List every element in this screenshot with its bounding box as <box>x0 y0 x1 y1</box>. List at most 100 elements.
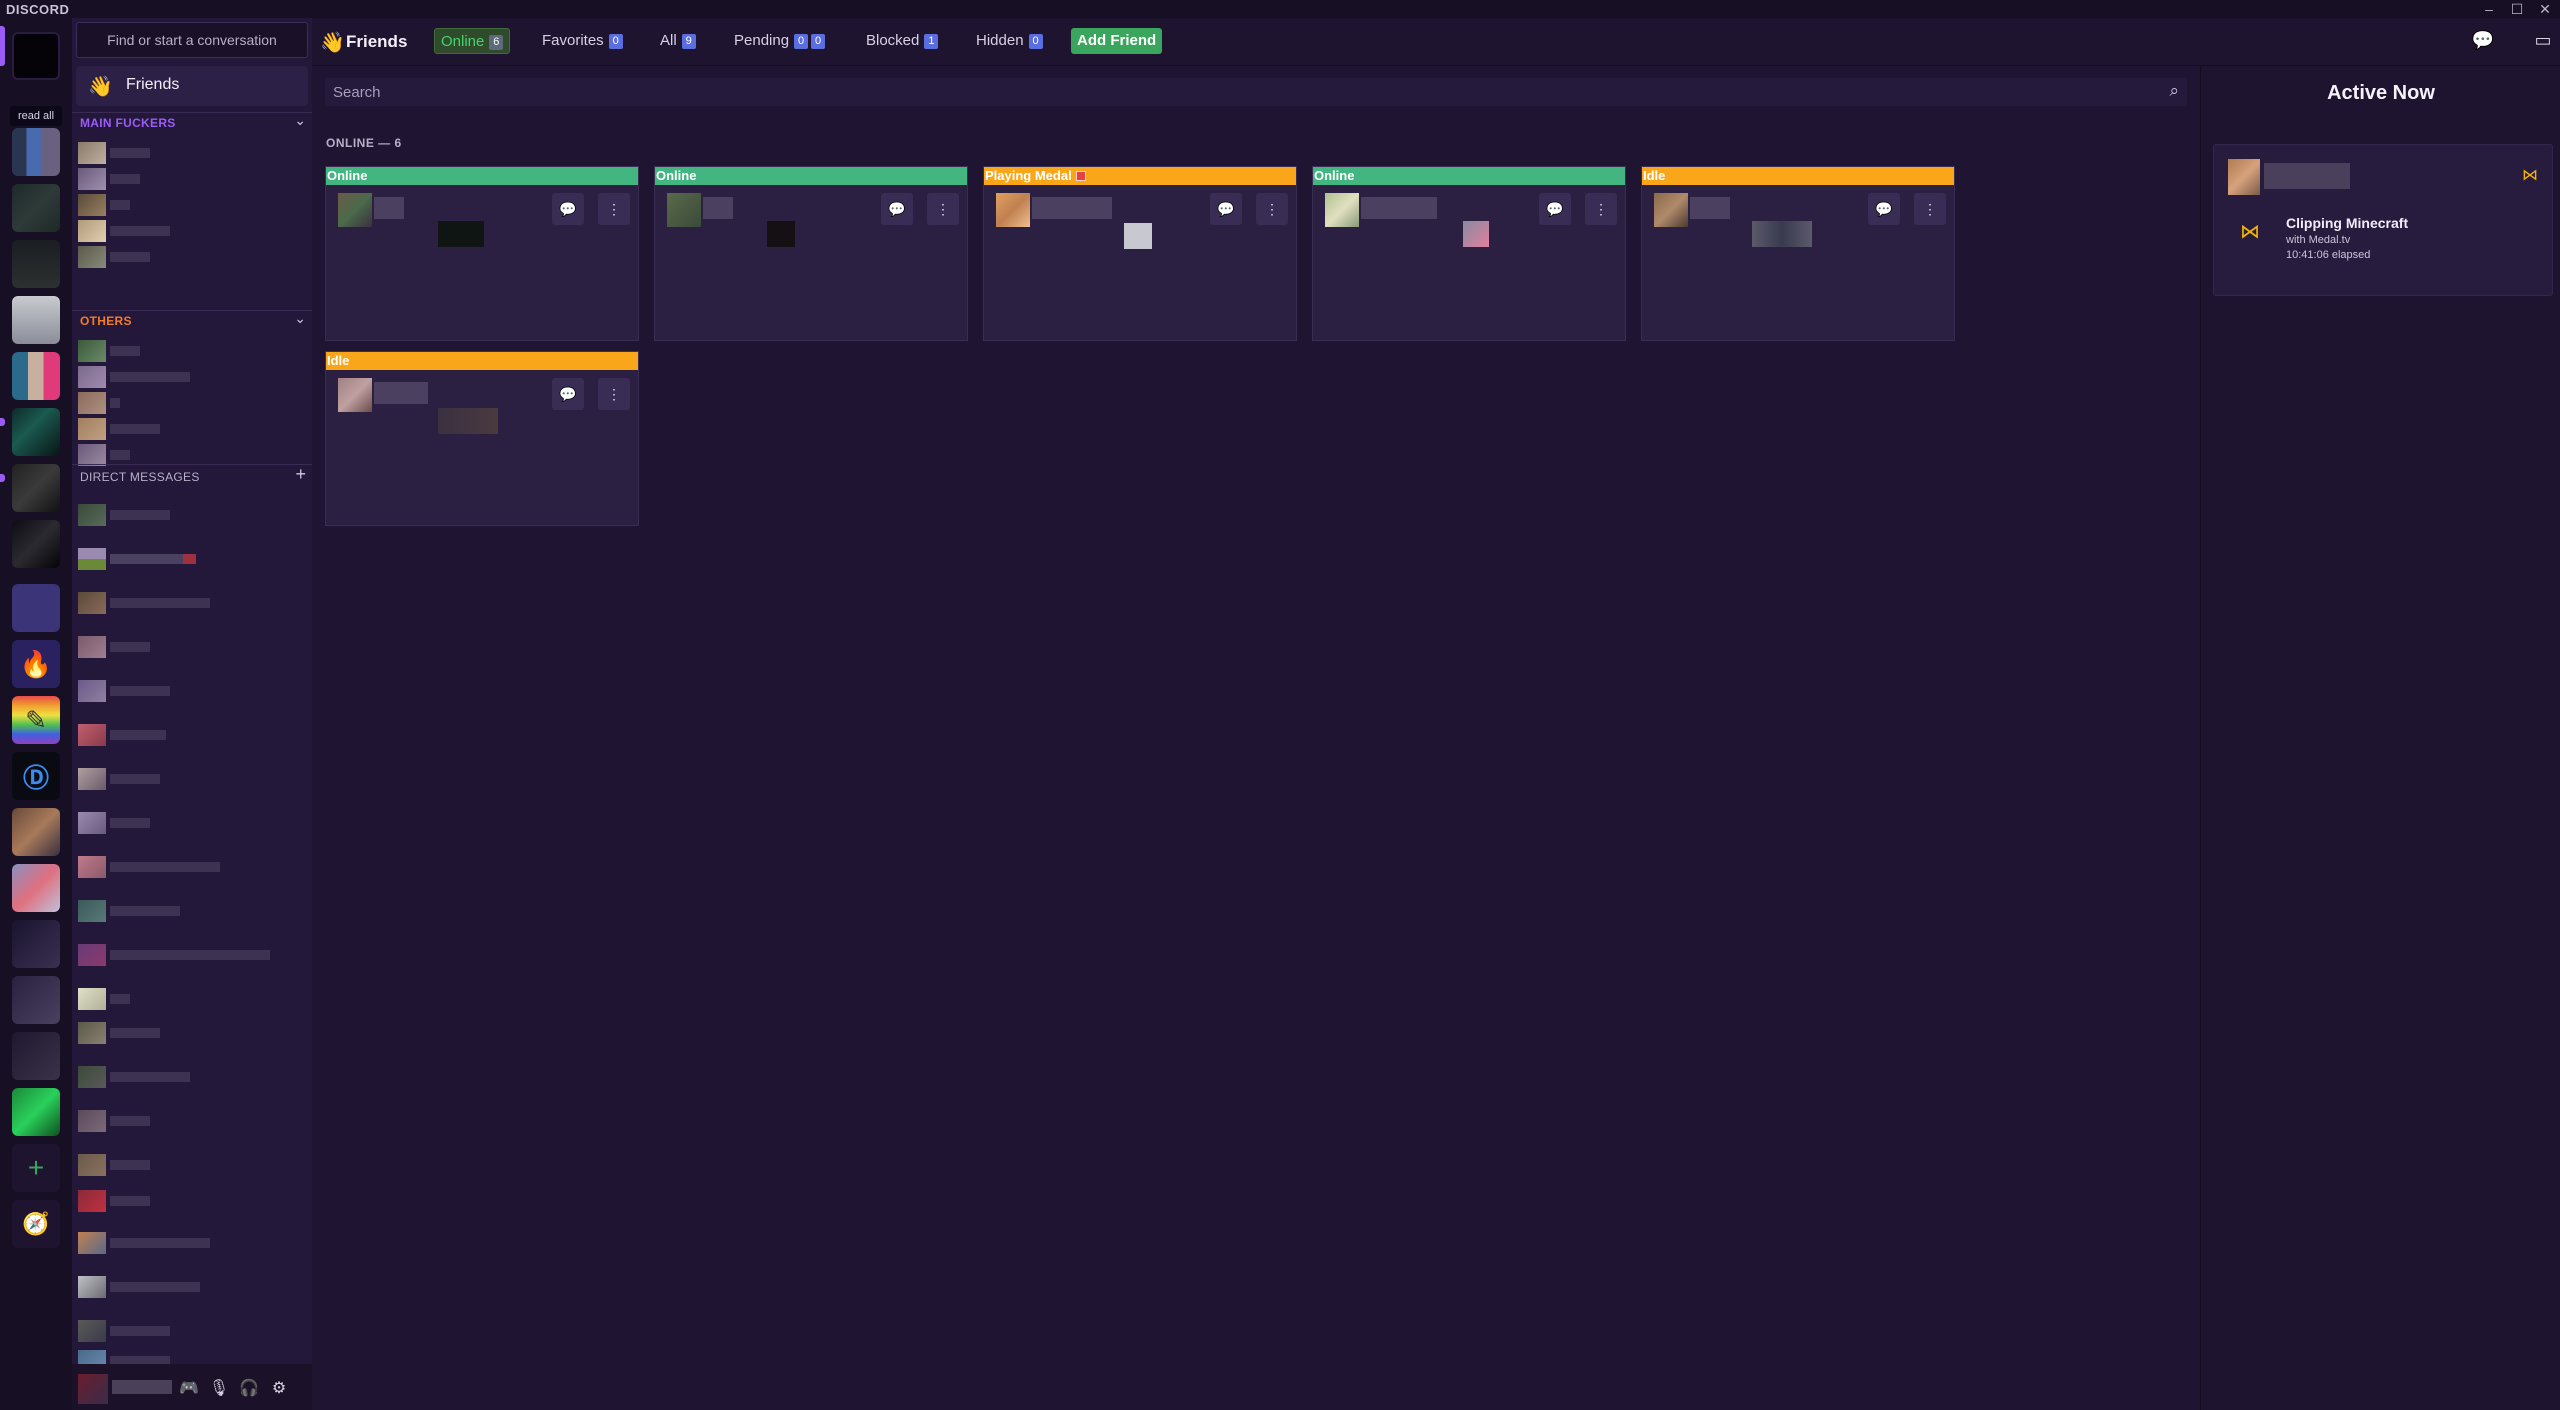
list-item[interactable] <box>78 392 304 414</box>
server-icon[interactable]: Ⓓ <box>12 752 60 800</box>
server-icon[interactable] <box>12 584 60 632</box>
plus-icon[interactable]: + <box>295 464 306 485</box>
server-icon[interactable] <box>12 128 60 176</box>
list-item[interactable] <box>78 418 304 440</box>
chevron-down-icon[interactable]: ⌄ <box>294 112 306 129</box>
more-options-button[interactable]: ⋮ <box>927 193 959 225</box>
dm-item[interactable] <box>78 1276 304 1298</box>
category-others[interactable]: OTHERS ⌄ <box>72 310 312 332</box>
activity-card[interactable]: ⋈ ⋈ Clipping Minecraft with Medal.tv 10:… <box>2213 144 2553 296</box>
list-item[interactable] <box>78 340 304 362</box>
microphone-icon[interactable]: 🎙 <box>208 1378 230 1400</box>
friend-card[interactable]: Idle 💬 ⋮ <box>325 351 639 526</box>
friend-card[interactable]: Playing Medal 💬 ⋮ <box>983 166 1297 341</box>
chevron-down-icon[interactable]: ⌄ <box>294 310 306 327</box>
server-icon[interactable] <box>12 520 60 568</box>
explore-compass-icon[interactable]: 🧭 <box>12 1200 60 1248</box>
message-button[interactable]: 💬 <box>1539 193 1571 225</box>
dm-item[interactable] <box>78 504 304 526</box>
friend-card[interactable]: Online 💬 ⋮ <box>654 166 968 341</box>
dm-item[interactable] <box>78 900 304 922</box>
add-friend-button[interactable]: Add Friend <box>1071 28 1163 54</box>
server-icon[interactable] <box>12 976 60 1024</box>
server-icon[interactable] <box>12 464 60 512</box>
gamepad-icon[interactable]: 🎮 <box>178 1378 200 1400</box>
read-all-button[interactable]: read all <box>10 106 62 126</box>
dm-item[interactable] <box>78 944 304 966</box>
list-item[interactable] <box>78 220 304 242</box>
dm-item[interactable] <box>78 1066 304 1088</box>
home-button[interactable] <box>12 32 60 80</box>
dm-item[interactable] <box>78 680 304 702</box>
friend-card[interactable]: Idle 💬 ⋮ <box>1641 166 1955 341</box>
dm-item[interactable] <box>78 768 304 790</box>
user-avatar[interactable] <box>78 1374 108 1404</box>
dm-item[interactable] <box>78 592 304 614</box>
new-group-dm-icon[interactable]: 💬 <box>2470 30 2496 54</box>
dm-item[interactable] <box>78 812 304 834</box>
friends-search-input[interactable]: Search ⌕ <box>325 78 2187 106</box>
list-item[interactable] <box>78 142 304 164</box>
status-bar: Idle <box>326 352 638 370</box>
more-options-button[interactable]: ⋮ <box>1256 193 1288 225</box>
avatar <box>78 340 106 362</box>
list-item[interactable] <box>78 168 304 190</box>
more-options-button[interactable]: ⋮ <box>1585 193 1617 225</box>
message-button[interactable]: 💬 <box>1210 193 1242 225</box>
message-button[interactable]: 💬 <box>1868 193 1900 225</box>
message-button[interactable]: 💬 <box>552 193 584 225</box>
more-options-button[interactable]: ⋮ <box>598 193 630 225</box>
dm-item[interactable] <box>78 724 304 746</box>
flame-icon[interactable]: 🔥 <box>12 640 60 688</box>
server-icon[interactable] <box>12 920 60 968</box>
list-item[interactable] <box>78 444 304 466</box>
more-options-button[interactable]: ⋮ <box>598 378 630 410</box>
close-button[interactable]: ✕ <box>2532 0 2558 18</box>
friends-nav-item[interactable]: 👋 Friends <box>76 66 308 106</box>
dm-item[interactable] <box>78 1232 304 1254</box>
list-item[interactable] <box>78 194 304 216</box>
dm-item[interactable] <box>78 1320 304 1342</box>
inbox-icon[interactable]: ▭ <box>2530 30 2556 54</box>
friend-card[interactable]: Online 💬 ⋮ <box>1312 166 1626 341</box>
dm-item[interactable] <box>78 988 304 1010</box>
tab-all[interactable]: All 9 <box>654 28 702 54</box>
settings-gear-icon[interactable]: ⚙ <box>268 1378 290 1400</box>
tab-favorites[interactable]: Favorites 0 <box>536 28 629 54</box>
friend-card[interactable]: Online 💬 ⋮ <box>325 166 639 341</box>
server-icon[interactable] <box>12 1088 60 1136</box>
dm-item[interactable] <box>78 636 304 658</box>
server-icon[interactable] <box>12 184 60 232</box>
dm-item[interactable] <box>78 1154 304 1176</box>
dm-item[interactable] <box>78 1190 304 1212</box>
list-item[interactable] <box>78 246 304 268</box>
more-options-button[interactable]: ⋮ <box>1914 193 1946 225</box>
tab-blocked[interactable]: Blocked 1 <box>860 28 944 54</box>
headphones-icon[interactable]: 🎧 <box>238 1378 260 1400</box>
dm-item[interactable] <box>78 856 304 878</box>
redacted-name <box>1690 197 1730 219</box>
server-icon[interactable] <box>12 240 60 288</box>
find-conversation-input[interactable]: Find or start a conversation <box>76 22 308 58</box>
avatar <box>338 193 372 227</box>
message-button[interactable]: 💬 <box>552 378 584 410</box>
tab-hidden[interactable]: Hidden 0 <box>970 28 1049 54</box>
tab-online[interactable]: Online 6 <box>434 28 511 54</box>
rainbow-server-icon[interactable]: ✎ <box>12 696 60 744</box>
server-icon[interactable] <box>12 296 60 344</box>
add-server-icon[interactable]: + <box>12 1144 60 1192</box>
server-icon[interactable] <box>12 808 60 856</box>
tab-pending[interactable]: Pending 0 0 <box>728 28 831 54</box>
message-button[interactable]: 💬 <box>881 193 913 225</box>
server-icon[interactable] <box>12 864 60 912</box>
server-icon[interactable] <box>12 352 60 400</box>
server-icon[interactable] <box>12 1032 60 1080</box>
list-item[interactable] <box>78 366 304 388</box>
server-icon[interactable] <box>12 408 60 456</box>
dm-item[interactable] <box>78 548 304 570</box>
dm-item[interactable] <box>78 1022 304 1044</box>
minimize-button[interactable]: – <box>2476 0 2502 18</box>
maximize-button[interactable]: ☐ <box>2504 0 2530 18</box>
category-main[interactable]: MAIN FUCKERS ⌄ <box>72 112 312 134</box>
dm-item[interactable] <box>78 1110 304 1132</box>
